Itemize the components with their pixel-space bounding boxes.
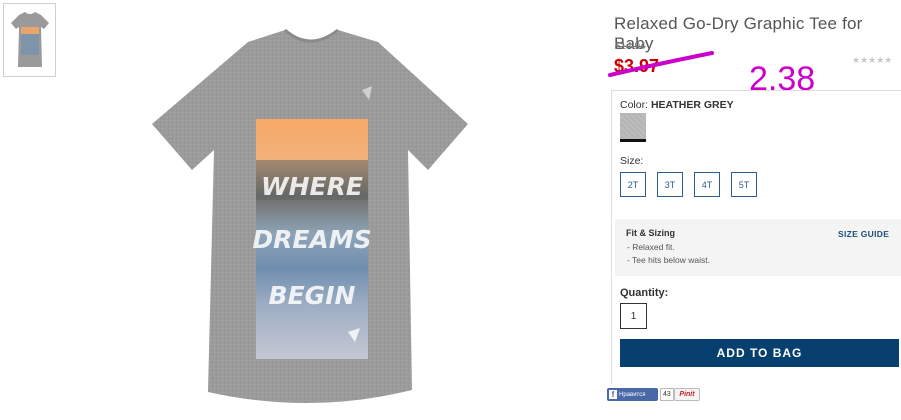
facebook-like-count: 43 (660, 388, 674, 401)
facebook-like-button[interactable]: f Нравится (607, 388, 658, 401)
color-label-text: Color: (620, 99, 649, 111)
rating-stars[interactable]: ★★★★★ (852, 55, 892, 66)
color-value: HEATHER GREY (650, 99, 734, 111)
print-word-1: WHERE (261, 172, 363, 201)
fit-item-2: - Tee hits below waist. (627, 255, 710, 265)
quantity-input[interactable]: 1 (620, 303, 647, 329)
original-price: $14.94 (615, 41, 646, 52)
print-word-3: BEGIN (269, 281, 356, 310)
tshirt-thumbnail-image (10, 12, 49, 67)
size-label: Size: (620, 155, 644, 167)
product-thumbnail[interactable] (3, 3, 56, 77)
fit-item-1: - Relaxed fit. (627, 242, 675, 252)
facebook-icon: f (609, 390, 617, 399)
product-title: Relaxed Go-Dry Graphic Tee for Baby (614, 14, 863, 53)
color-label: Color: HEATHER GREY (620, 99, 734, 111)
print-word-2: DREAMS (252, 225, 371, 254)
color-swatch-heather-grey[interactable] (620, 113, 646, 142)
size-guide-link[interactable]: SIZE GUIDE (838, 229, 889, 239)
pinterest-pin-button[interactable]: Pinit (674, 388, 700, 401)
fit-sizing-title: Fit & Sizing (626, 228, 675, 238)
size-option-4t[interactable]: 4T (694, 172, 720, 197)
size-option-2t[interactable]: 2T (620, 172, 646, 197)
quantity-label: Quantity: (620, 287, 669, 299)
add-to-bag-button[interactable]: ADD TO BAG (620, 339, 899, 367)
size-option-5t[interactable]: 5T (731, 172, 757, 197)
size-option-3t[interactable]: 3T (657, 172, 683, 197)
facebook-like-label: Нравится (619, 391, 646, 398)
sale-price: $3.97 (614, 56, 660, 76)
product-main-image: WHERE DREAMS BEGIN (152, 28, 468, 404)
